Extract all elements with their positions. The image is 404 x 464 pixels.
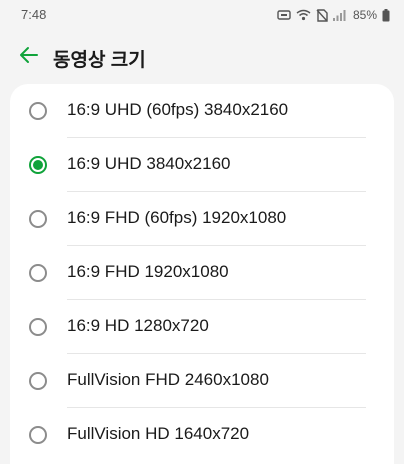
page-title: 동영상 크기: [53, 50, 146, 71]
option-label: FullVision FHD 2460x1080: [67, 370, 269, 389]
radio-button-selected[interactable]: [29, 156, 47, 174]
option-uhd[interactable]: 16:9 UHD 3840x2160: [10, 138, 394, 192]
status-icons: 85%: [277, 6, 390, 24]
option-fullvision-fhd[interactable]: FullVision FHD 2460x1080: [10, 354, 394, 408]
option-label: 16:9 HD 1280x720: [67, 316, 209, 335]
option-label: 16:9 FHD (60fps) 1920x1080: [67, 208, 287, 227]
battery-icon: [382, 8, 390, 22]
nfc-icon: [277, 9, 291, 21]
option-label: 16:9 UHD (60fps) 3840x2160: [67, 100, 289, 119]
option-uhd-60fps[interactable]: 16:9 UHD (60fps) 3840x2160: [10, 84, 394, 138]
radio-button[interactable]: [29, 210, 47, 228]
radio-button[interactable]: [29, 372, 47, 390]
option-fullvision-hd[interactable]: FullVision HD 1640x720: [10, 408, 394, 462]
no-sim-icon: [316, 8, 328, 22]
battery-percent: 85%: [352, 8, 377, 22]
app-header: 동영상 크기: [0, 38, 404, 76]
radio-button[interactable]: [29, 318, 47, 336]
wifi-icon: [296, 9, 311, 21]
radio-button[interactable]: [29, 426, 47, 444]
option-fhd[interactable]: 16:9 FHD 1920x1080: [10, 246, 394, 300]
status-bar: 7:48 85%: [0, 0, 404, 30]
option-fhd-60fps[interactable]: 16:9 FHD (60fps) 1920x1080: [10, 192, 394, 246]
radio-button[interactable]: [29, 102, 47, 120]
resolution-options-list: 16:9 UHD (60fps) 3840x2160 16:9 UHD 3840…: [10, 84, 394, 464]
option-hd[interactable]: 16:9 HD 1280x720: [10, 300, 394, 354]
status-time: 7:48: [21, 7, 47, 22]
radio-button[interactable]: [29, 264, 47, 282]
back-button[interactable]: [14, 42, 44, 72]
option-label: 16:9 UHD 3840x2160: [67, 154, 231, 173]
arrow-left-icon: [19, 46, 39, 69]
option-label: FullVision HD 1640x720: [67, 424, 250, 443]
signal-icon: [332, 9, 346, 21]
option-label: 16:9 FHD 1920x1080: [67, 262, 229, 281]
